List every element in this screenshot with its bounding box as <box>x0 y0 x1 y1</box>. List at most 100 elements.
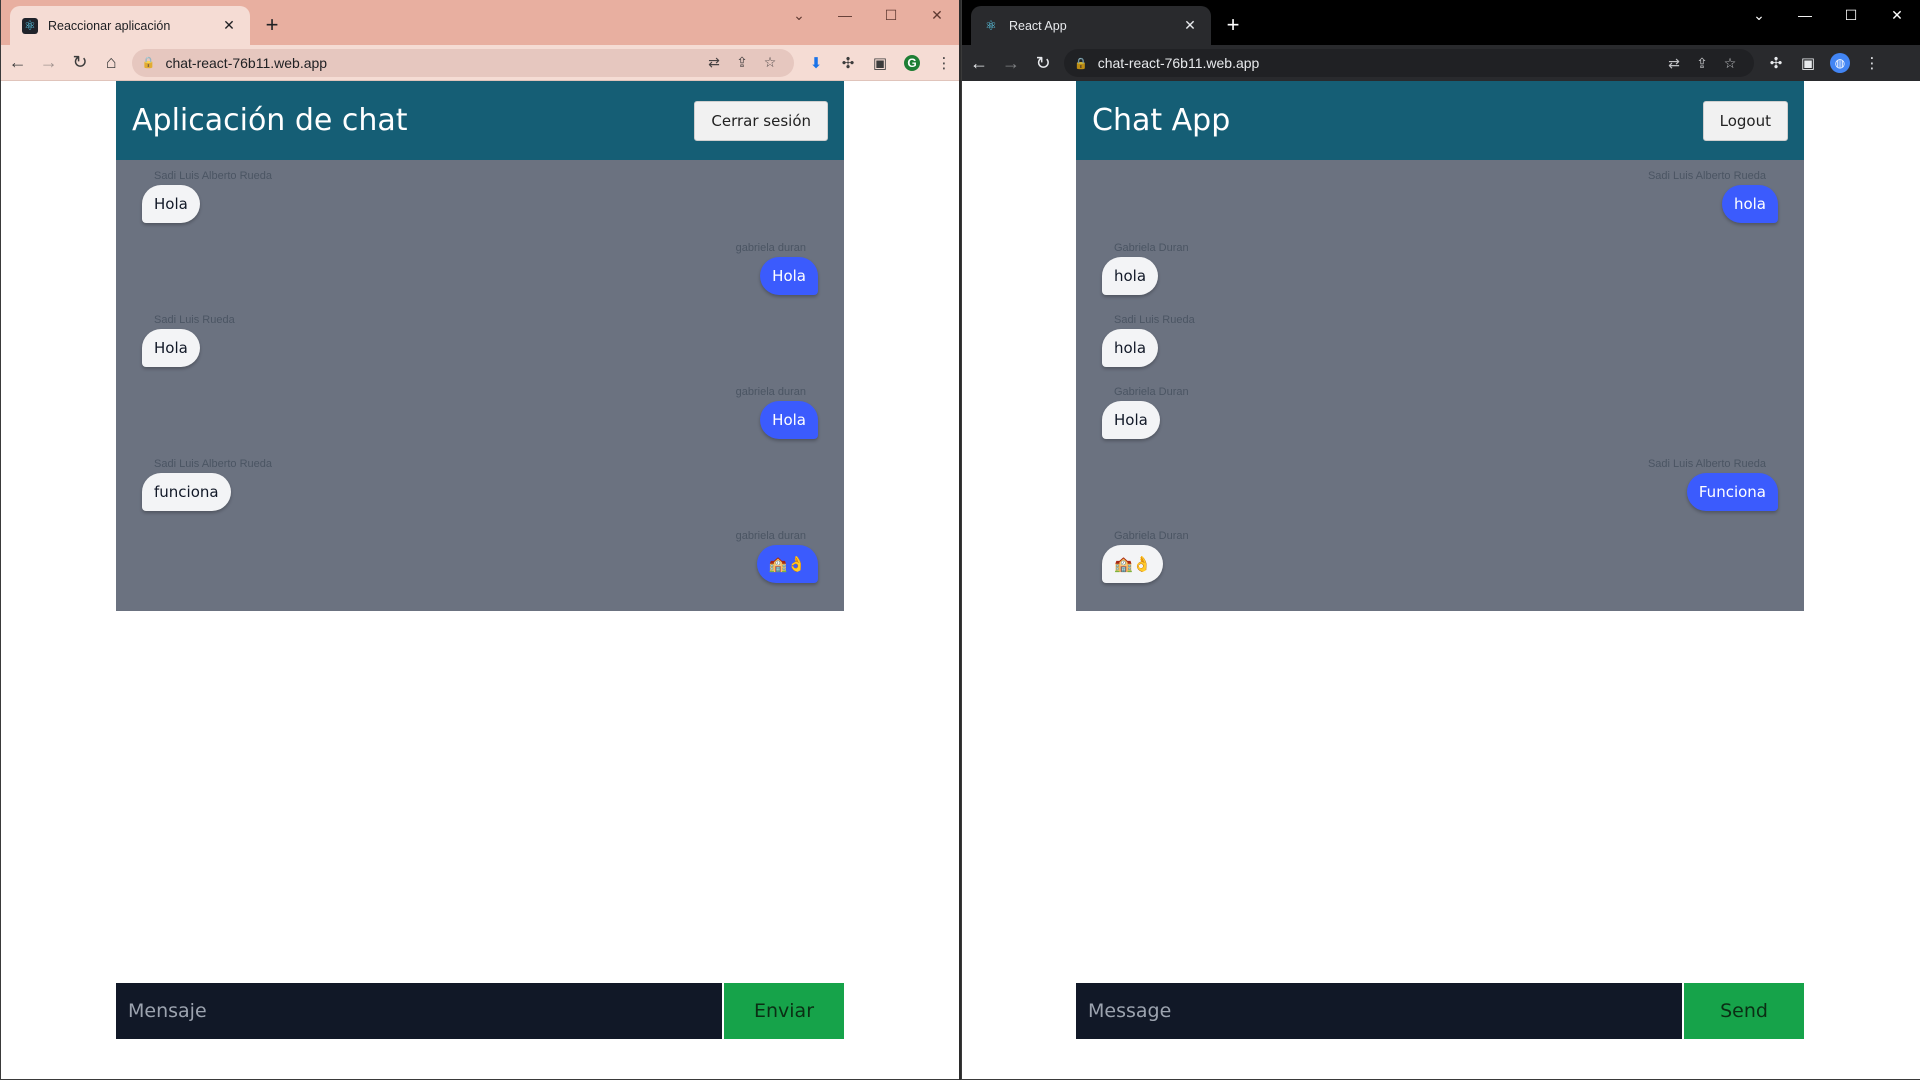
chevron-down-icon[interactable]: ⌄ <box>776 0 822 30</box>
message-bubble: Hola <box>760 257 818 295</box>
minimize-button[interactable]: — <box>1782 0 1828 30</box>
side-panel-icon[interactable]: ▣ <box>1792 49 1824 77</box>
address-bar[interactable]: 🔒 chat-react-76b11.web.app ⇄ ⇪ ☆ <box>131 48 794 77</box>
chevron-down-icon[interactable]: ⌄ <box>1736 0 1782 30</box>
message-composer: Send <box>1076 983 1804 1039</box>
message-bubble: hola <box>1102 257 1159 295</box>
list-item: Sadi Luis Alberto Rueda funciona <box>142 458 284 511</box>
list-item: gabriela duran 🏫👌 <box>724 530 818 583</box>
message-list[interactable]: Sadi Luis Alberto Rueda Hola gabriela du… <box>116 160 844 611</box>
back-arrow-icon[interactable]: ← <box>964 48 994 78</box>
maximize-button[interactable]: ☐ <box>868 0 914 30</box>
close-icon[interactable]: ✕ <box>1181 17 1199 35</box>
message-sender: gabriela duran <box>735 530 806 542</box>
new-tab-button[interactable]: + <box>1220 12 1246 38</box>
lock-icon[interactable]: 🔒 <box>1074 57 1088 70</box>
message-sender: gabriela duran <box>735 242 806 254</box>
browser-toolbar: ← → ↻ 🔒 chat-react-76b11.web.app ⇄ ⇪ ☆ ✣… <box>962 45 1920 81</box>
app-title: Chat App <box>1092 103 1231 138</box>
star-icon[interactable]: ☆ <box>1716 55 1744 72</box>
message-bubble: funciona <box>142 473 231 511</box>
list-item: Gabriela Duran 🏫👌 <box>1102 530 1201 583</box>
chat-app: Aplicación de chat Cerrar sesión Sadi Lu… <box>116 81 844 611</box>
close-window-button[interactable]: ✕ <box>914 0 960 30</box>
translate-icon[interactable]: ⇄ <box>1660 55 1688 72</box>
translate-icon[interactable]: ⇄ <box>700 54 728 71</box>
forward-arrow-icon[interactable]: → <box>996 48 1026 78</box>
list-item: gabriela duran Hola <box>724 386 818 439</box>
app-header: Chat App Logout <box>1076 81 1804 160</box>
message-list[interactable]: Sadi Luis Alberto Rueda hola Gabriela Du… <box>1076 160 1804 611</box>
tab-active[interactable]: ⚛ React App ✕ <box>971 6 1211 45</box>
send-button[interactable]: Send <box>1684 983 1804 1039</box>
star-icon[interactable]: ☆ <box>756 54 784 71</box>
message-input[interactable] <box>116 983 722 1039</box>
close-icon[interactable]: ✕ <box>220 17 238 35</box>
maximize-button[interactable]: ☐ <box>1828 0 1874 30</box>
close-window-button[interactable]: ✕ <box>1874 0 1920 30</box>
reload-icon[interactable]: ↻ <box>1028 48 1058 78</box>
app-title: Aplicación de chat <box>132 103 408 138</box>
browser-window-left: ⚛ Reaccionar aplicación ✕ + ⌄ — ☐ ✕ ← → … <box>0 0 960 1080</box>
home-icon[interactable]: ⌂ <box>97 48 126 78</box>
message-bubble: hola <box>1102 329 1159 367</box>
message-input[interactable] <box>1076 983 1682 1039</box>
send-button[interactable]: Enviar <box>724 983 844 1039</box>
message-sender: Sadi Luis Alberto Rueda <box>1647 458 1766 470</box>
avatar: G <box>901 52 922 73</box>
message-sender: gabriela duran <box>735 386 806 398</box>
message-bubble: Hola <box>142 329 200 367</box>
extension-area: ✣ ▣ ◍ ⋮ <box>1760 49 1888 77</box>
back-arrow-icon[interactable]: ← <box>3 48 32 78</box>
message-sender: Gabriela Duran <box>1114 386 1189 398</box>
lock-icon[interactable]: 🔒 <box>142 56 156 69</box>
message-bubble: 🏫👌 <box>756 545 818 583</box>
new-tab-button[interactable]: + <box>259 12 285 38</box>
message-bubble: 🏫👌 <box>1102 545 1164 583</box>
profile-avatar[interactable]: G <box>896 49 928 77</box>
minimize-button[interactable]: — <box>822 0 868 30</box>
message-bubble: hola <box>1721 185 1778 223</box>
share-icon[interactable]: ⇪ <box>728 54 756 71</box>
puzzle-icon[interactable]: ✣ <box>832 49 864 77</box>
kebab-menu-icon[interactable]: ⋮ <box>1856 49 1888 77</box>
reload-icon[interactable]: ↻ <box>65 48 94 78</box>
tab-title: Reaccionar aplicación <box>48 18 171 33</box>
browser-window-right: ⚛ React App ✕ + ⌄ — ☐ ✕ ← → ↻ 🔒 chat-rea… <box>961 0 1920 1080</box>
list-item: Sadi Luis Rueda Hola <box>142 314 247 367</box>
message-bubble: Hola <box>760 401 818 439</box>
react-icon: ⚛ <box>985 17 997 33</box>
side-panel-icon[interactable]: ▣ <box>864 49 896 77</box>
list-item: Sadi Luis Alberto Rueda Funciona <box>1636 458 1778 511</box>
message-bubble: Hola <box>142 185 200 223</box>
app-header: Aplicación de chat Cerrar sesión <box>116 81 844 160</box>
profile-avatar[interactable]: ◍ <box>1824 49 1856 77</box>
tab-active[interactable]: ⚛ Reaccionar aplicación ✕ <box>10 6 250 45</box>
chat-app: Chat App Logout Sadi Luis Alberto Rueda … <box>1076 81 1804 611</box>
message-composer: Enviar <box>116 983 844 1039</box>
address-bar[interactable]: 🔒 chat-react-76b11.web.app ⇄ ⇪ ☆ <box>1064 49 1754 77</box>
forward-arrow-icon[interactable]: → <box>34 48 63 78</box>
logout-button[interactable]: Cerrar sesión <box>694 100 828 141</box>
message-sender: Gabriela Duran <box>1114 242 1189 254</box>
window-controls: ⌄ — ☐ ✕ <box>1736 0 1920 30</box>
list-item: Sadi Luis Rueda hola <box>1102 314 1207 367</box>
puzzle-icon[interactable]: ✣ <box>1760 49 1792 77</box>
list-item: Sadi Luis Alberto Rueda hola <box>1636 170 1778 223</box>
message-bubble: Hola <box>1102 401 1160 439</box>
message-bubble: Funciona <box>1686 473 1778 511</box>
url-text: chat-react-76b11.web.app <box>165 54 328 71</box>
share-icon[interactable]: ⇪ <box>1688 55 1716 72</box>
tab-title: React App <box>1009 18 1067 33</box>
message-sender: Sadi Luis Rueda <box>154 314 235 326</box>
tab-strip: ⚛ Reaccionar aplicación ✕ + ⌄ — ☐ ✕ <box>1 0 960 45</box>
logout-button[interactable]: Logout <box>1702 100 1788 141</box>
list-item: gabriela duran Hola <box>724 242 818 295</box>
browser-toolbar: ← → ↻ ⌂ 🔒 chat-react-76b11.web.app ⇄ ⇪ ☆… <box>1 45 960 81</box>
kebab-menu-icon[interactable]: ⋮ <box>928 49 960 77</box>
extension-area: ⬇ ✣ ▣ G ⋮ <box>800 49 960 77</box>
globe-icon: ◍ <box>1830 53 1850 73</box>
message-sender: Sadi Luis Rueda <box>1114 314 1195 326</box>
download-icon[interactable]: ⬇ <box>800 49 832 77</box>
list-item: Gabriela Duran hola <box>1102 242 1201 295</box>
